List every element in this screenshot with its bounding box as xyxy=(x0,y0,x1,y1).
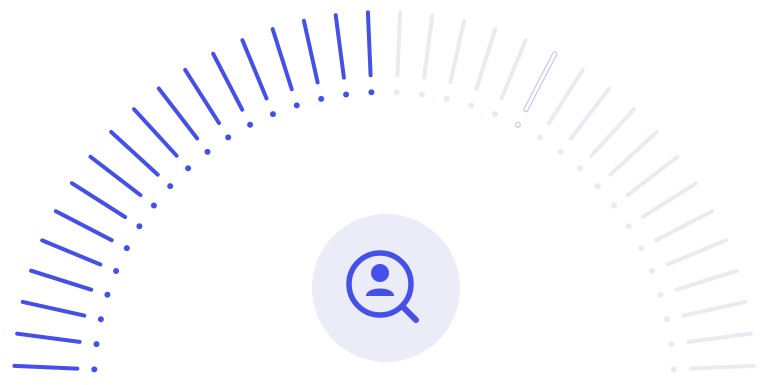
progress-dot-filled xyxy=(270,111,276,118)
progress-segment-empty xyxy=(640,181,699,219)
progress-segment-filled xyxy=(15,331,82,344)
progress-dot-empty xyxy=(611,202,618,209)
progress-dot-empty xyxy=(594,183,601,190)
progress-segment-empty xyxy=(395,10,403,78)
progress-dot-filled xyxy=(204,148,211,155)
progress-dot-filled xyxy=(150,202,157,209)
progress-segment-filled xyxy=(240,38,269,101)
progress-dot-filled xyxy=(113,268,120,274)
progress-segment-filled xyxy=(132,107,179,158)
center-badge xyxy=(312,214,460,362)
progress-segment-empty xyxy=(568,86,612,141)
progress-segment-empty xyxy=(681,299,748,318)
progress-dot-empty xyxy=(664,316,671,323)
progress-dot-filled xyxy=(247,121,254,128)
progress-segment-empty xyxy=(547,67,585,126)
progress-dot-empty xyxy=(668,341,675,348)
progress-dot-empty xyxy=(418,91,425,98)
progress-segment-empty xyxy=(625,154,680,198)
progress-dot-empty xyxy=(670,366,677,373)
progress-segment-empty xyxy=(499,38,528,101)
progress-segment-empty xyxy=(654,209,715,243)
progress-segment-empty xyxy=(589,107,636,158)
progress-segment-filled xyxy=(20,299,87,318)
progress-dot-filled xyxy=(343,91,350,98)
progress-dot-empty xyxy=(443,95,450,102)
progress-dot-empty xyxy=(576,165,583,172)
progress-dot-empty xyxy=(536,134,543,141)
progress-segment-filled xyxy=(53,209,114,243)
progress-segment-filled xyxy=(12,363,80,371)
progress-segment-empty xyxy=(674,268,739,292)
progress-dot-filled xyxy=(225,134,232,141)
progress-dot-empty xyxy=(648,268,655,274)
progress-segment-filled xyxy=(69,181,128,219)
progress-dot-filled xyxy=(104,291,111,298)
progress-segment-filled xyxy=(270,27,294,92)
progress-segment-empty xyxy=(422,13,435,80)
progress-dot-empty xyxy=(557,148,564,155)
progress-segment-filled xyxy=(365,10,373,78)
progress-dot-empty xyxy=(625,223,632,230)
progress-dot-filled xyxy=(93,341,100,348)
progress-dot-filled xyxy=(167,183,174,190)
progress-dot-filled xyxy=(97,316,104,323)
progress-segment-empty xyxy=(448,18,467,85)
progress-dot-filled xyxy=(91,366,98,373)
progress-dot-filled xyxy=(318,95,325,102)
progress-dot-empty xyxy=(657,291,664,298)
progress-dot-filled xyxy=(185,165,192,172)
progress-segment-empty xyxy=(608,130,659,177)
progress-dot-empty xyxy=(393,89,400,96)
progress-segment-filled xyxy=(333,13,346,80)
progress-segment-filled xyxy=(109,130,160,177)
progress-dot-empty xyxy=(468,102,475,109)
progress-dot-filled xyxy=(368,89,375,96)
progress-dot-filled xyxy=(123,245,130,252)
progress-segment-filled xyxy=(40,238,103,267)
progress-dot-empty xyxy=(492,111,498,118)
progress-dot-outlined xyxy=(515,121,521,128)
user-search-icon xyxy=(346,250,419,323)
progress-segment-empty xyxy=(665,238,728,267)
progress-segment-empty xyxy=(688,363,756,371)
profile-search-loader xyxy=(0,0,767,385)
progress-dot-filled xyxy=(136,223,143,230)
progress-segment-filled xyxy=(29,268,94,292)
progress-segment-filled xyxy=(88,154,143,198)
progress-segment-filled xyxy=(156,86,200,141)
progress-segment-empty xyxy=(474,27,498,92)
progress-dot-empty xyxy=(638,245,645,252)
progress-segment-empty xyxy=(686,331,753,344)
progress-segment-filled xyxy=(301,18,320,85)
progress-segment-filled xyxy=(211,51,245,112)
progress-segment-outlined-inner xyxy=(524,52,557,112)
progress-segment-filled xyxy=(183,67,221,126)
progress-dot-filled xyxy=(293,102,300,109)
